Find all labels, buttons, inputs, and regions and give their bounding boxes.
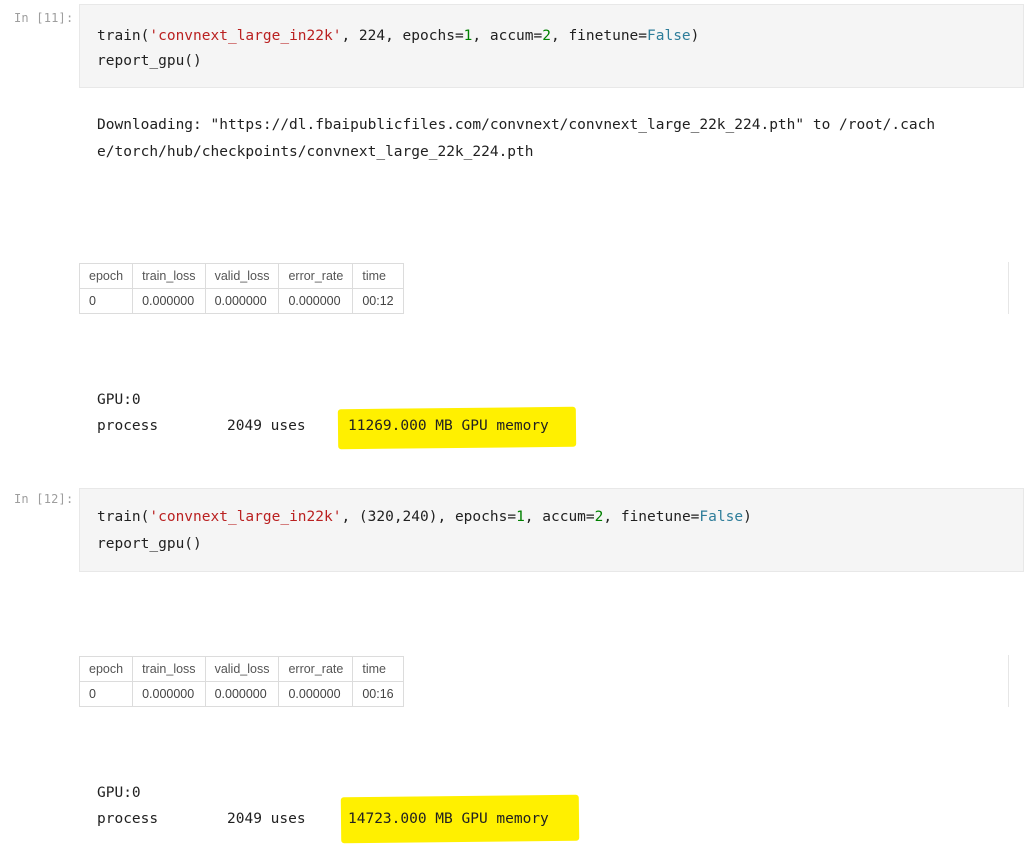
cell-prompt: In [11]: bbox=[14, 11, 74, 25]
output-scroll-rail bbox=[1008, 262, 1009, 314]
code-line: report_gpu() bbox=[97, 536, 202, 552]
code-token: ) bbox=[743, 509, 752, 525]
column-header: epoch bbox=[78, 656, 134, 682]
table-cell: 0 bbox=[78, 681, 134, 707]
code-token: , (320,240), epochs= bbox=[341, 509, 517, 525]
table-cell: 0.000000 bbox=[278, 288, 354, 314]
column-header: valid_loss bbox=[204, 263, 280, 289]
table-cell: 00:16 bbox=[352, 681, 404, 707]
gpu-memory-value: 14723.000 MB GPU memory bbox=[348, 811, 549, 827]
column-header: time bbox=[352, 656, 404, 682]
column-header: epoch bbox=[78, 263, 134, 289]
table-cell: 0.000000 bbox=[132, 681, 206, 707]
code-token: , 224, epochs= bbox=[341, 28, 464, 44]
column-header: train_loss bbox=[132, 656, 206, 682]
stream-line: e/torch/hub/checkpoints/convnext_large_2… bbox=[97, 144, 534, 160]
column-header: valid_loss bbox=[204, 656, 280, 682]
gpu-process-label: process bbox=[97, 418, 159, 434]
code-input-cell[interactable]: train('convnext_large_in22k', (320,240),… bbox=[79, 488, 1024, 572]
cell-prompt: In [12]: bbox=[14, 492, 74, 506]
gpu-device-label: GPU:0 bbox=[97, 392, 141, 408]
table-row: 0 0.000000 0.000000 0.000000 00:12 bbox=[78, 288, 404, 314]
table-cell: 0.000000 bbox=[278, 681, 354, 707]
code-keyword: False bbox=[647, 28, 691, 44]
column-header: error_rate bbox=[278, 656, 354, 682]
stream-line: Downloading: "https://dl.fbaipublicfiles… bbox=[97, 117, 936, 133]
code-string: 'convnext_large_in22k' bbox=[149, 28, 342, 44]
code-line: report_gpu() bbox=[97, 53, 202, 69]
table-cell: 0.000000 bbox=[204, 681, 280, 707]
code-token: , accum= bbox=[472, 28, 543, 44]
gpu-uses-count: 2049 uses bbox=[227, 418, 306, 434]
code-token: , accum= bbox=[524, 509, 595, 525]
code-line: train('convnext_large_in22k', 224, epoch… bbox=[97, 26, 699, 46]
column-header: train_loss bbox=[132, 263, 206, 289]
training-results-table: epoch train_loss valid_loss error_rate t… bbox=[78, 263, 404, 314]
table-cell: 0 bbox=[78, 288, 134, 314]
column-header: time bbox=[352, 263, 404, 289]
code-keyword: False bbox=[699, 509, 744, 525]
gpu-process-label: process bbox=[97, 811, 159, 827]
table-cell: 0.000000 bbox=[132, 288, 206, 314]
table-cell: 0.000000 bbox=[204, 288, 280, 314]
code-number: 1 bbox=[516, 509, 525, 525]
code-token: ) bbox=[690, 28, 700, 44]
code-token: , finetune= bbox=[603, 509, 700, 525]
gpu-uses-count: 2049 uses bbox=[227, 811, 306, 827]
training-results-table: epoch train_loss valid_loss error_rate t… bbox=[78, 656, 404, 707]
code-line: train('convnext_large_in22k', (320,240),… bbox=[97, 507, 752, 527]
code-token: train( bbox=[97, 509, 150, 525]
output-scroll-rail bbox=[1008, 655, 1009, 707]
code-input-cell[interactable]: train('convnext_large_in22k', 224, epoch… bbox=[79, 4, 1024, 88]
table-header-row: epoch train_loss valid_loss error_rate t… bbox=[78, 656, 404, 682]
gpu-device-label: GPU:0 bbox=[97, 785, 141, 801]
gpu-memory-value: 11269.000 MB GPU memory bbox=[348, 418, 549, 434]
table-header-row: epoch train_loss valid_loss error_rate t… bbox=[78, 263, 404, 289]
code-string: 'convnext_large_in22k' bbox=[149, 509, 342, 525]
stream-output: Downloading: "https://dl.fbaipublicfiles… bbox=[97, 112, 935, 166]
column-header: error_rate bbox=[278, 263, 354, 289]
code-token: train( bbox=[97, 28, 150, 44]
code-number: 2 bbox=[542, 28, 551, 44]
table-cell: 00:12 bbox=[352, 288, 404, 314]
code-token: , finetune= bbox=[550, 28, 648, 44]
table-row: 0 0.000000 0.000000 0.000000 00:16 bbox=[78, 681, 404, 707]
